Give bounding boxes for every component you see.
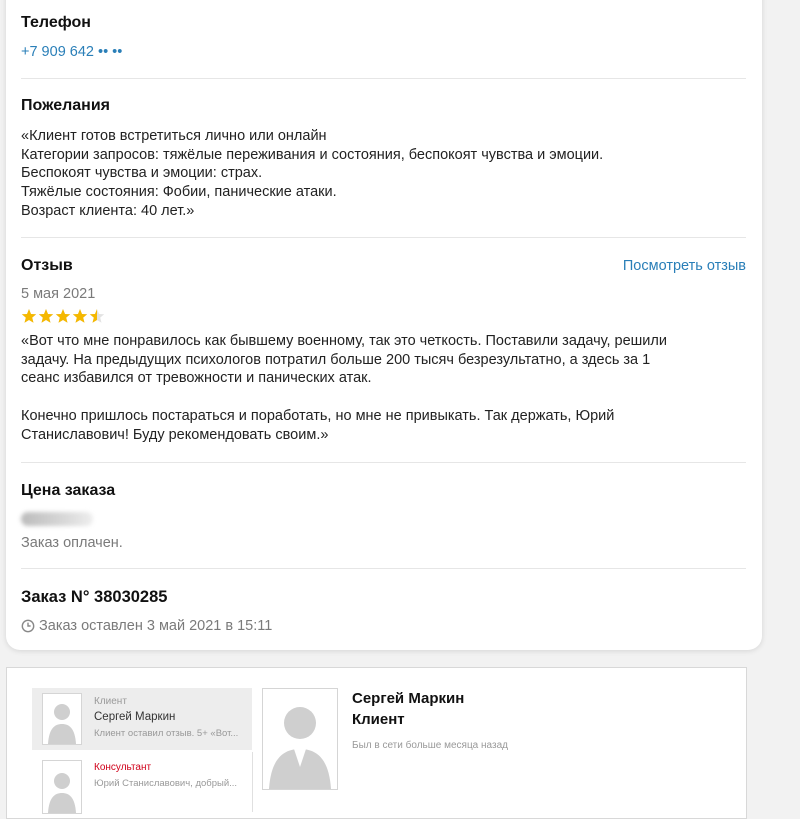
divider <box>21 237 746 238</box>
profile-status: Был в сети больше месяца назад <box>352 740 508 751</box>
view-review-link[interactable]: Посмотреть отзыв <box>623 258 746 274</box>
star-icon <box>72 309 88 323</box>
review-line: «Вот что мне понравилось как бывшему вое… <box>21 333 667 349</box>
profile-name: Сергей Маркин <box>352 690 465 707</box>
star-icon <box>21 309 37 323</box>
phone-value[interactable]: +7 909 642 •• •• <box>21 44 746 60</box>
profile-role: Клиент <box>352 711 405 728</box>
review-line: сеанс избавился от тревожности и паничес… <box>21 370 372 387</box>
wishes-line: Беспокоят чувства и эмоции: страх. <box>21 165 263 182</box>
divider <box>21 462 746 463</box>
review-text: «Вот что мне понравилось как бывшему вое… <box>21 332 746 444</box>
conversation-role: Консультант <box>94 762 152 773</box>
divider <box>21 78 746 79</box>
avatar <box>42 693 82 745</box>
divider <box>21 568 746 569</box>
review-line: задачу. На предыдущих психологов потрати… <box>21 351 651 368</box>
wishes-line: Категории запросов: тяжёлые переживания … <box>21 146 604 163</box>
wishes-line: «Клиент готов встретиться лично или онла… <box>21 128 327 144</box>
wishes-line: Тяжёлые состояния: Фобии, панические ата… <box>21 184 337 201</box>
conversation-item-consultant[interactable]: Консультант Юрий Станиславович, добрый..… <box>32 752 253 814</box>
conversation-role: Клиент <box>94 696 127 707</box>
wishes-heading: Пожелания <box>21 97 110 114</box>
profile-avatar <box>262 688 338 790</box>
conversation-name: Сергей Маркин <box>94 711 176 723</box>
review-date: 5 мая 2021 <box>21 286 96 302</box>
clock-icon <box>21 619 35 633</box>
review-line: Конечно пришлось постараться и поработат… <box>21 407 615 424</box>
conversation-preview: Клиент оставил отзыв. 5+ «Вот... <box>94 728 239 739</box>
star-icon <box>89 309 105 323</box>
rating-stars <box>21 308 746 324</box>
wishes-text: «Клиент готов встретиться лично или онла… <box>21 127 746 221</box>
order-created-text: Заказ оставлен 3 май 2021 в 15:11 <box>39 618 273 634</box>
wishes-line: Возраст клиента: 40 лет.» <box>21 202 195 219</box>
phone-heading: Телефон <box>21 14 91 31</box>
order-created: Заказ оставлен 3 май 2021 в 15:11 <box>21 618 746 634</box>
review-line: Станиславович! Буду рекомендовать своим.… <box>21 426 329 443</box>
star-icon <box>55 309 71 323</box>
order-number: Заказ N° 38030285 <box>21 588 168 606</box>
avatar <box>42 760 82 814</box>
price-heading: Цена заказа <box>21 482 116 499</box>
star-icon <box>38 309 54 323</box>
price-blurred <box>21 512 93 526</box>
conversation-item-client[interactable]: Клиент Сергей Маркин Клиент оставил отзы… <box>32 688 252 750</box>
payment-status: Заказ оплачен. <box>21 535 123 551</box>
conversation-preview: Юрий Станиславович, добрый... <box>94 778 238 789</box>
